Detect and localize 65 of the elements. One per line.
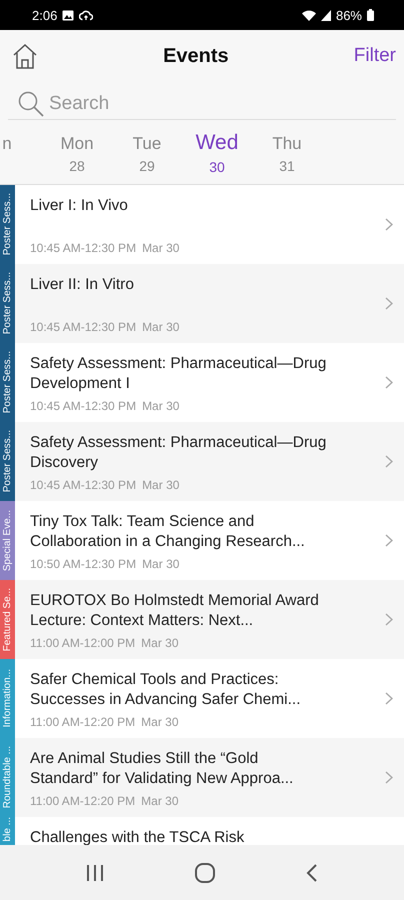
event-row[interactable]: Featured Se... EUROTOX Bo Holmstedt Memorial Award Lecture: Context Matters: Next... 11:00 AM-12:00 PM Mar 30 xyxy=(0,580,404,659)
category-tag: Poster Sess... xyxy=(0,343,15,422)
filter-button[interactable]: Filter xyxy=(354,45,396,67)
event-title: Safety Assessment: Pharmaceutical—Drug Discovery xyxy=(30,433,328,473)
event-row[interactable]: Special Eve... Tiny Tox Talk: Team Science and Collaboration in a Changing Research... 10:50 AM-12:30 PM Mar 30 xyxy=(0,501,404,580)
chevron-icon xyxy=(385,534,393,547)
event-date: Mar 30 xyxy=(142,241,180,255)
event-time: 11:00 AM-12:00 PM xyxy=(30,636,136,650)
chevron-icon xyxy=(385,218,393,231)
category-tag: Information... xyxy=(0,659,15,738)
event-row[interactable]: Poster Sess... Safety Assessment: Pharmaceutical—Drug Development I 10:45 AM-12:30 PM Mar 30 xyxy=(0,343,404,422)
category-tag: Featured Se... xyxy=(0,580,15,659)
chevron-icon xyxy=(385,455,393,468)
chevron-icon xyxy=(385,771,393,784)
event-date: Mar 30 xyxy=(141,715,179,729)
event-title: EUROTOX Bo Holmstedt Memorial Award Lecture: Context Matters: Next... xyxy=(30,591,320,631)
chevron-icon xyxy=(385,613,393,626)
chevron-icon xyxy=(385,692,393,705)
event-title: Liver I: In Vivo xyxy=(30,196,129,216)
event-row[interactable]: Roundtable ... Are Animal Studies Still the “Gold Standard” for Validating New Approa... 11:00 AM-12:20 PM Mar 30 xyxy=(0,738,404,817)
event-title: Are Animal Studies Still the “Gold Standard” for Validating New Approa... xyxy=(30,749,294,789)
event-time: 10:45 AM-12:30 PM xyxy=(30,399,136,413)
event-date: Mar 30 xyxy=(142,399,180,413)
event-time: 10:45 AM-12:30 PM xyxy=(30,241,136,255)
event-title: Safer Chemical Tools and Practices: Successes in Advancing Safer Chemi... xyxy=(30,670,302,710)
event-date: Mar 30 xyxy=(141,794,179,808)
search-icon xyxy=(17,90,45,118)
event-time: 11:00 AM-12:20 PM xyxy=(30,794,136,808)
event-time: 11:00 AM-12:20 PM xyxy=(30,715,136,729)
home-nav-button[interactable] xyxy=(194,862,216,884)
image-icon xyxy=(62,10,74,20)
event-title: Challenges with the TSCA Risk xyxy=(30,828,246,845)
day-tab[interactable]: Wed 30 xyxy=(182,128,252,184)
event-date: Mar 30 xyxy=(142,320,180,334)
event-title: Safety Assessment: Pharmaceutical—Drug Development I xyxy=(30,354,328,394)
battery-icon xyxy=(367,9,374,21)
event-time: 10:45 AM-12:30 PM xyxy=(30,320,136,334)
event-row[interactable]: Poster Sess... Safety Assessment: Pharmaceutical—Drug Discovery 10:45 AM-12:30 PM Mar 30 xyxy=(0,422,404,501)
event-row[interactable]: Poster Sess... Liver I: In Vivo 10:45 AM-12:30 PM Mar 30 xyxy=(0,185,404,264)
event-date: Mar 30 xyxy=(141,636,179,650)
event-date: Mar 30 xyxy=(142,557,180,571)
home-button[interactable] xyxy=(12,42,38,70)
page-title: Events xyxy=(162,44,230,68)
category-tag: Poster Sess... xyxy=(0,422,15,501)
event-title: Liver II: In Vitro xyxy=(30,275,135,295)
category-tag: Special Eve... xyxy=(0,501,15,580)
cloud-icon xyxy=(79,10,94,20)
status-time: 2:06 xyxy=(32,8,58,22)
wifi-icon xyxy=(302,10,316,20)
chevron-icon xyxy=(385,297,393,310)
category-tag: ble ... xyxy=(0,817,15,845)
battery-level: 86% xyxy=(336,8,362,22)
event-time: 10:50 AM-12:30 PM xyxy=(30,557,136,571)
category-tag: Roundtable ... xyxy=(0,738,15,817)
event-time: 10:45 AM-12:30 PM xyxy=(30,478,136,492)
category-tag: Poster Sess... xyxy=(0,264,15,343)
event-row[interactable]: Information... Safer Chemical Tools and Practices: Successes in Advancing Safer Chemi... 11:00 AM-12:20 PM Mar 30 xyxy=(0,659,404,738)
event-row[interactable]: Poster Sess... Liver II: In Vitro 10:45 AM-12:30 PM Mar 30 xyxy=(0,264,404,343)
chevron-icon xyxy=(385,376,393,389)
event-date: Mar 30 xyxy=(142,478,180,492)
category-tag: Poster Sess... xyxy=(0,185,15,264)
recent-apps-button[interactable] xyxy=(84,864,105,882)
back-button[interactable] xyxy=(305,862,320,882)
event-title: Tiny Tox Talk: Team Science and Collaboration in a Changing Research... xyxy=(30,512,306,552)
signal-icon xyxy=(320,10,331,20)
